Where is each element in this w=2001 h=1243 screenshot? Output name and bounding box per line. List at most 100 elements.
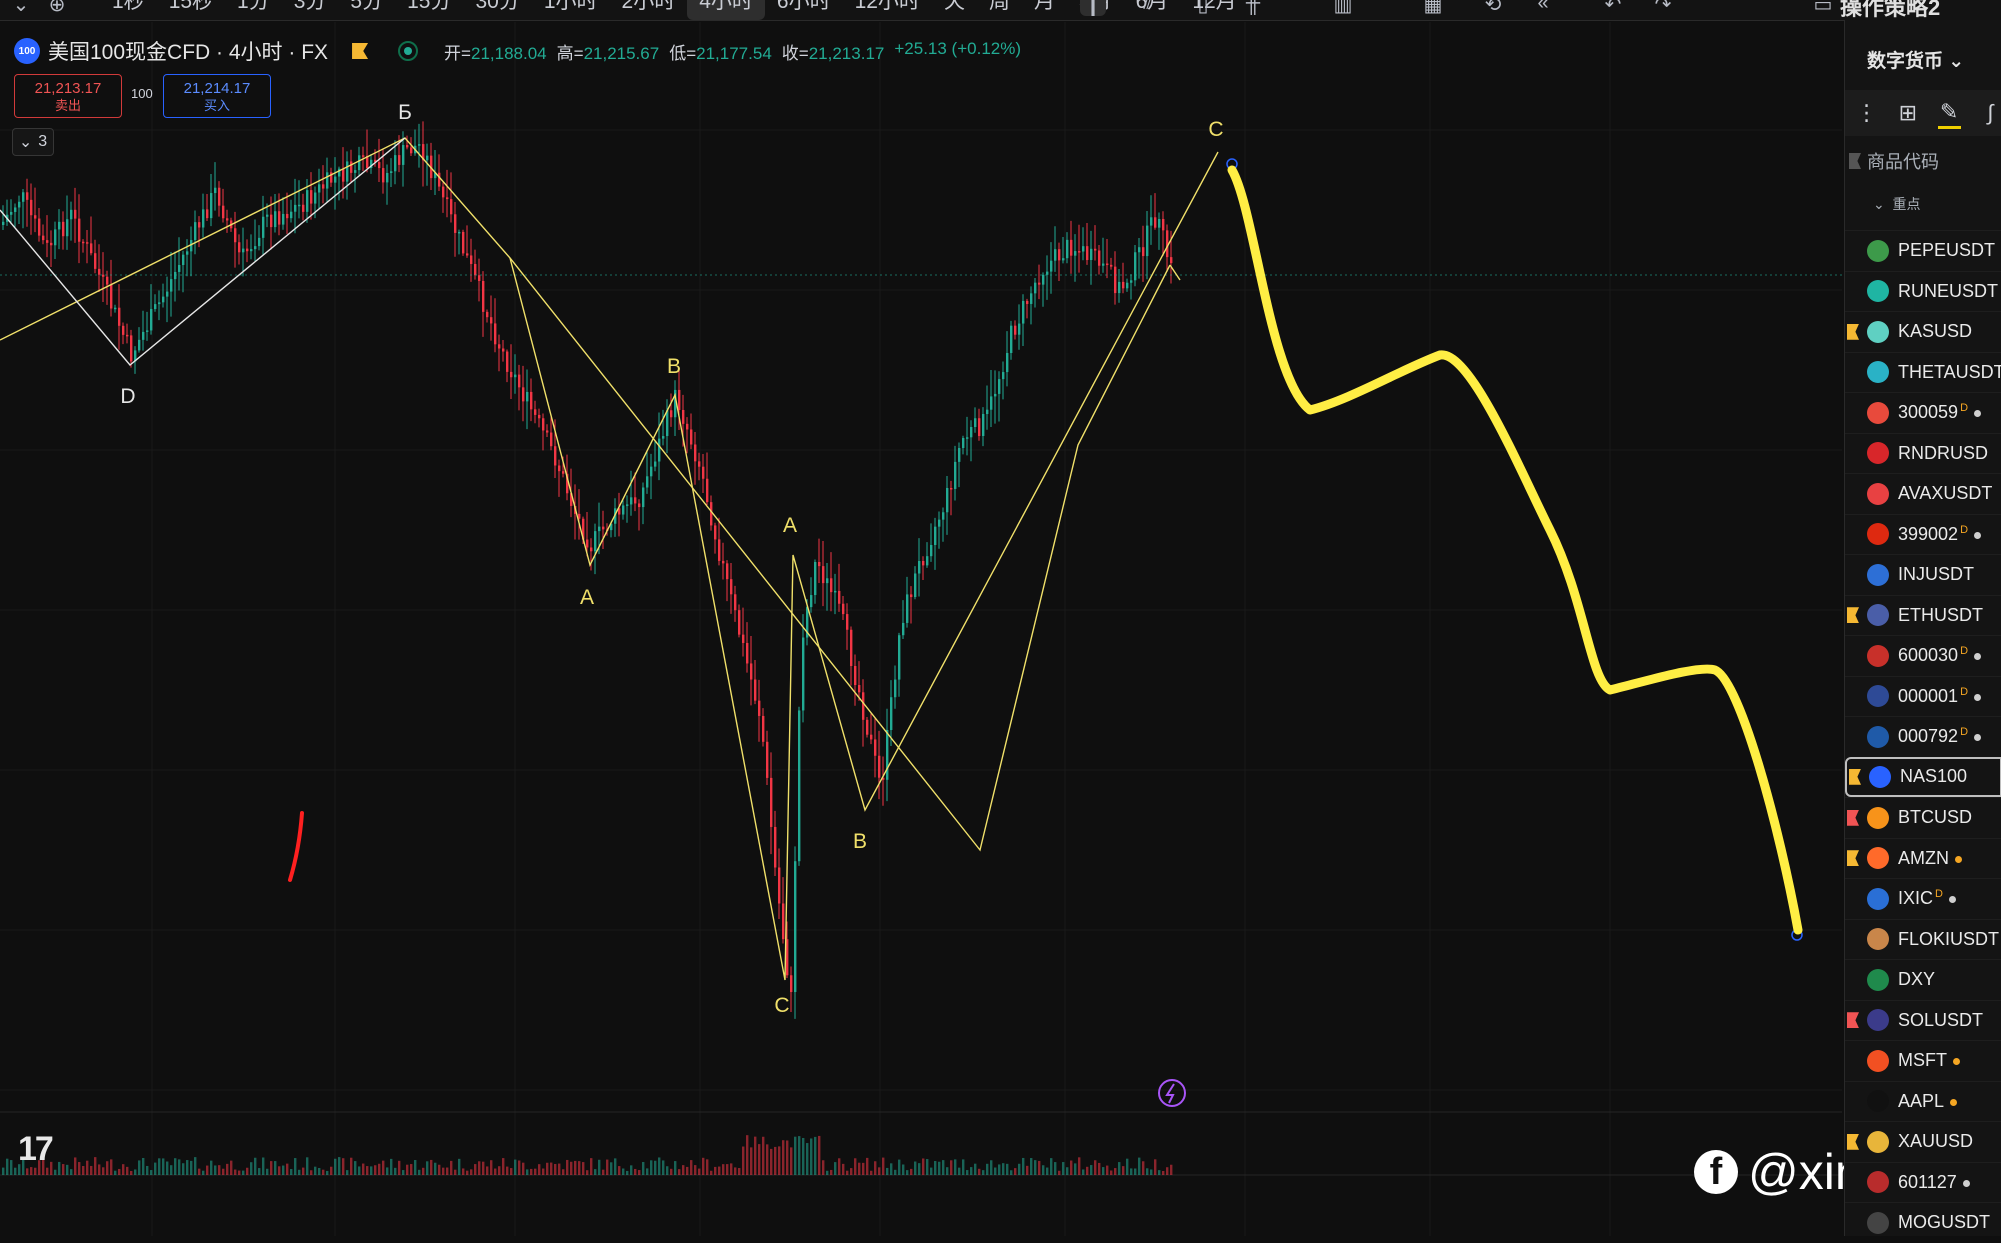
- flag-icon[interactable]: [1847, 1133, 1859, 1150]
- watchlist-item[interactable]: BTCUSD: [1845, 797, 2001, 838]
- column-header[interactable]: 商品代码: [1867, 148, 1939, 174]
- buy-button[interactable]: 21,214.17 买入: [163, 74, 271, 118]
- flag-icon[interactable]: [1847, 323, 1859, 340]
- watchlist-item[interactable]: RNDRUSD: [1845, 432, 2001, 474]
- watchlist-item[interactable]: AAPL: [1845, 1080, 2001, 1122]
- add-widget-icon[interactable]: ⊞: [1896, 99, 1919, 127]
- watchlist-item[interactable]: IXIC D: [1845, 878, 2001, 919]
- volume-bar: [754, 1136, 757, 1175]
- timeframe-3[interactable]: 3分: [282, 0, 339, 20]
- pencil-icon[interactable]: ✎: [1937, 98, 1961, 129]
- watchlist-item[interactable]: XAUUSD: [1845, 1121, 2001, 1162]
- timeframe-12[interactable]: 天: [932, 0, 977, 20]
- watchlist-item[interactable]: AMZN: [1845, 837, 2001, 879]
- flag-icon[interactable]: [1847, 607, 1859, 624]
- order-quantity[interactable]: 100: [131, 86, 153, 101]
- watchlist-item[interactable]: MSFT: [1845, 1040, 2001, 1081]
- candle-body: [810, 595, 813, 608]
- sell-button[interactable]: 21,213.17 卖出: [14, 74, 122, 118]
- timeframe-8[interactable]: 2小时: [610, 0, 688, 20]
- watchlist-item[interactable]: 000001 D: [1845, 675, 2001, 717]
- candle-body: [530, 391, 533, 410]
- candle-body: [1114, 266, 1117, 294]
- flag-icon[interactable]: [352, 43, 369, 59]
- candle-body: [542, 418, 545, 431]
- indicators-toggle[interactable]: ⌄ 3: [12, 128, 54, 156]
- timeframe-11[interactable]: 12小时: [843, 0, 932, 20]
- symbol-title[interactable]: 美国100现金CFD · 4小时 · FX: [48, 36, 328, 66]
- candle-body: [326, 172, 329, 189]
- watchlist-item[interactable]: SOLUSDT: [1845, 999, 2001, 1041]
- timeframe-4[interactable]: 5分: [338, 0, 395, 20]
- flag-icon[interactable]: [1847, 850, 1859, 867]
- compare-icon[interactable]: ▯: [1190, 0, 1216, 16]
- watchlist-title[interactable]: 数字货币 ⌄: [1867, 46, 1964, 73]
- watchlist-item[interactable]: DXY: [1845, 959, 2001, 1000]
- timeframe-9[interactable]: 4小时: [687, 0, 765, 20]
- watchlist-item[interactable]: 601127: [1845, 1161, 2001, 1203]
- chart-area[interactable]: Б D A B C A B C: [0, 22, 1842, 1236]
- candles-icon[interactable]: ┃: [1080, 0, 1106, 16]
- flag-icon[interactable]: [1847, 1012, 1859, 1029]
- timeframe-13[interactable]: 周: [977, 0, 1022, 20]
- watchlist-item[interactable]: RUNEUSDT: [1845, 270, 2001, 312]
- watchlist-item[interactable]: MOGUSDT: [1845, 1202, 2001, 1243]
- watchlist-item[interactable]: FLOKIUSDT: [1845, 918, 2001, 960]
- volume-bar: [1090, 1165, 1093, 1175]
- candle-body: [790, 975, 793, 993]
- layout-name[interactable]: 操作策略2: [1840, 0, 1940, 20]
- watchlist-item[interactable]: NAS100: [1845, 756, 2001, 797]
- watchlist-item[interactable]: AVAXUSDT: [1845, 473, 2001, 514]
- candle-body: [974, 418, 977, 427]
- watchlist-item[interactable]: 600030 D: [1845, 635, 2001, 676]
- volume-bar: [686, 1166, 689, 1175]
- menu-icon[interactable]: ⌄: [8, 0, 34, 16]
- watchlist-symbol: SOLUSDT: [1898, 1009, 1984, 1030]
- timeframe-7[interactable]: 1小时: [532, 0, 610, 20]
- price-chart[interactable]: Б D A B C A B C: [0, 22, 1842, 1236]
- layout-grid-icon[interactable]: ▦: [1420, 0, 1446, 16]
- watchlist-item[interactable]: 300059 D: [1845, 392, 2001, 433]
- flag-icon[interactable]: [1847, 809, 1859, 826]
- drag-handle-icon[interactable]: ⋮: [1855, 99, 1878, 127]
- undo-icon[interactable]: ↶: [1600, 0, 1626, 16]
- alert-icon[interactable]: ╫: [1240, 0, 1266, 16]
- candle-body: [290, 211, 293, 219]
- tradingview-logo[interactable]: 17: [18, 1130, 54, 1169]
- candle-body: [58, 221, 61, 230]
- add-symbol-icon[interactable]: ⊕: [44, 0, 70, 16]
- candle-body: [94, 253, 97, 269]
- timeframe-2[interactable]: 1分: [225, 0, 282, 20]
- timeframe-10[interactable]: 6小时: [765, 0, 843, 20]
- timeframe-14[interactable]: 月: [1022, 0, 1067, 20]
- volume-bar: [1082, 1169, 1085, 1175]
- watchlist-item[interactable]: KASUSD: [1845, 311, 2001, 352]
- watchlist-item[interactable]: 399002 D: [1845, 513, 2001, 555]
- watchlist-item[interactable]: INJUSDT: [1845, 554, 2001, 595]
- replay-icon[interactable]: ⟲: [1480, 0, 1506, 16]
- brush-icon[interactable]: ∫: [1979, 99, 2001, 127]
- volume-bar: [1138, 1157, 1141, 1175]
- bar-chart-icon[interactable]: ▥: [1330, 0, 1356, 16]
- watchlist-item[interactable]: 000792 D: [1845, 716, 2001, 757]
- group-header[interactable]: ⌄ 重点: [1873, 194, 1921, 214]
- watchlist-item[interactable]: PEPEUSDT: [1845, 230, 2001, 271]
- timeframe-0[interactable]: 1秒: [100, 0, 157, 20]
- rewind-icon[interactable]: «: [1530, 0, 1556, 16]
- indicators-icon[interactable]: ⫽: [1135, 0, 1161, 16]
- volume-bar: [234, 1169, 237, 1175]
- volume-bar: [362, 1163, 365, 1175]
- watchlist-item[interactable]: THETAUSDT: [1845, 351, 2001, 393]
- candle-body: [1046, 271, 1049, 275]
- timeframe-5[interactable]: 15分: [395, 0, 463, 20]
- flag-icon[interactable]: [1849, 768, 1861, 785]
- layout-icon[interactable]: ▭: [1810, 0, 1836, 16]
- watchlist-item[interactable]: ETHUSDT: [1845, 594, 2001, 636]
- candle-body: [1050, 260, 1053, 272]
- volume-bar: [178, 1159, 181, 1175]
- timeframe-6[interactable]: 30分: [463, 0, 531, 20]
- timeframe-1[interactable]: 15秒: [157, 0, 225, 20]
- candle-body: [762, 715, 765, 742]
- symbol-badge-icon[interactable]: 100: [14, 38, 40, 64]
- redo-icon[interactable]: ↷: [1650, 0, 1676, 16]
